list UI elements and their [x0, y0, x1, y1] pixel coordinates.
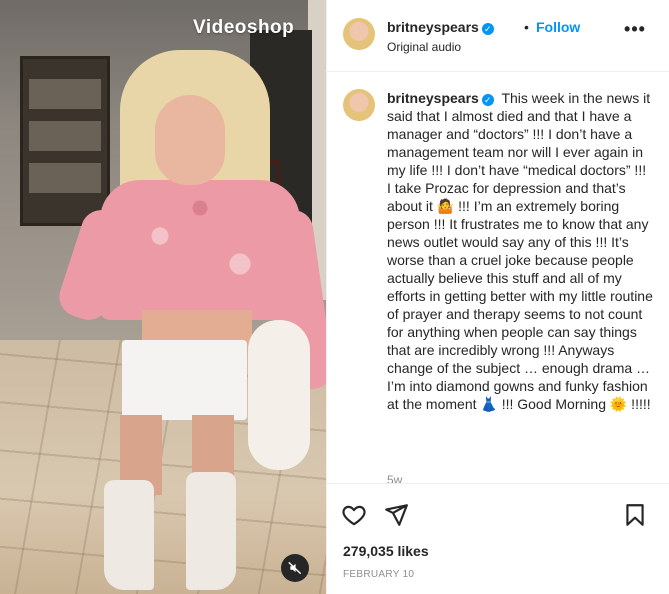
verified-badge-icon: ✓ — [481, 23, 494, 35]
mute-button[interactable] — [281, 554, 309, 582]
comments-area[interactable]: britneyspears ✓ This week in the news it … — [327, 73, 669, 483]
caption-time-ago: 5w — [387, 473, 403, 483]
likes-count[interactable]: 279,035 likes — [343, 543, 429, 559]
post-date: FEBRUARY 10 — [343, 569, 415, 580]
video-watermark: Videoshop — [193, 17, 295, 38]
avatar[interactable] — [343, 18, 375, 50]
action-bar — [327, 483, 669, 545]
post-video[interactable]: Videoshop — [0, 0, 326, 594]
more-options-icon[interactable]: ••• — [623, 20, 647, 46]
caption-username-link[interactable]: britneyspears ✓ — [387, 90, 494, 106]
speaker-muted-icon — [288, 562, 301, 574]
paper-plane-icon[interactable] — [383, 502, 409, 528]
caption-avatar[interactable] — [343, 89, 375, 121]
instagram-post: Videoshop britneyspears ✓ • Follow Origin… — [0, 0, 669, 594]
separator-dot: • — [524, 19, 529, 35]
username-link[interactable]: britneyspears ✓ — [387, 19, 494, 35]
verified-badge-icon: ✓ — [481, 94, 494, 106]
caption-text: This week in the news it said that I alm… — [387, 90, 653, 412]
follow-button[interactable]: Follow — [536, 19, 580, 35]
heart-icon[interactable] — [341, 502, 367, 528]
bookmark-icon[interactable] — [622, 502, 648, 528]
caption-username-text: britneyspears — [387, 90, 479, 106]
post-side-panel: britneyspears ✓ • Follow Original audio •… — [326, 0, 669, 594]
post-header: britneyspears ✓ • Follow Original audio •… — [327, 0, 669, 72]
video-subject — [54, 40, 326, 594]
post-caption: britneyspears ✓ This week in the news it … — [387, 89, 653, 413]
username-text: britneyspears — [387, 19, 479, 35]
original-audio-link[interactable]: Original audio — [387, 40, 461, 54]
